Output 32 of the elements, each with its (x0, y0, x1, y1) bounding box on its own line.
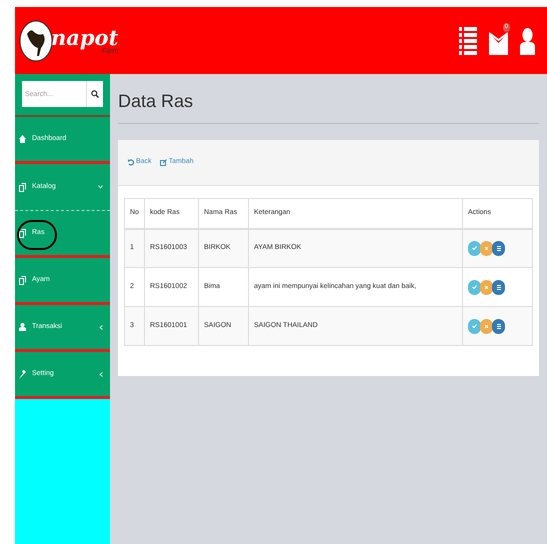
wrench-icon (19, 370, 26, 378)
copy-icon (19, 228, 26, 238)
page-title: Data Ras (118, 88, 539, 124)
user-icon[interactable] (520, 26, 535, 54)
logo-text: napot (51, 26, 118, 48)
detail-button[interactable] (492, 280, 505, 294)
check-icon (472, 324, 477, 328)
home-icon (19, 135, 26, 143)
list-icon (496, 284, 500, 290)
check-button[interactable] (468, 240, 481, 256)
list-icon[interactable] (459, 26, 477, 54)
search-button[interactable] (86, 81, 103, 107)
copy-icon (19, 276, 26, 284)
list-icon (496, 324, 500, 328)
close-icon (485, 286, 488, 288)
copy-icon (19, 182, 26, 192)
close-icon (485, 324, 488, 328)
check-icon (472, 246, 477, 250)
search-icon[interactable] (91, 90, 99, 98)
close-icon (485, 246, 488, 250)
undo-icon (128, 159, 134, 166)
detail-button[interactable] (492, 240, 505, 256)
check-button[interactable] (468, 280, 481, 294)
list-icon (496, 246, 500, 251)
edit-icon (160, 159, 167, 166)
check-icon (472, 285, 477, 289)
delete-button[interactable] (480, 318, 493, 334)
delete-button[interactable] (480, 240, 493, 256)
delete-button[interactable] (480, 280, 493, 294)
check-button[interactable] (468, 318, 481, 334)
user-icon (19, 323, 26, 331)
detail-button[interactable] (492, 318, 505, 334)
